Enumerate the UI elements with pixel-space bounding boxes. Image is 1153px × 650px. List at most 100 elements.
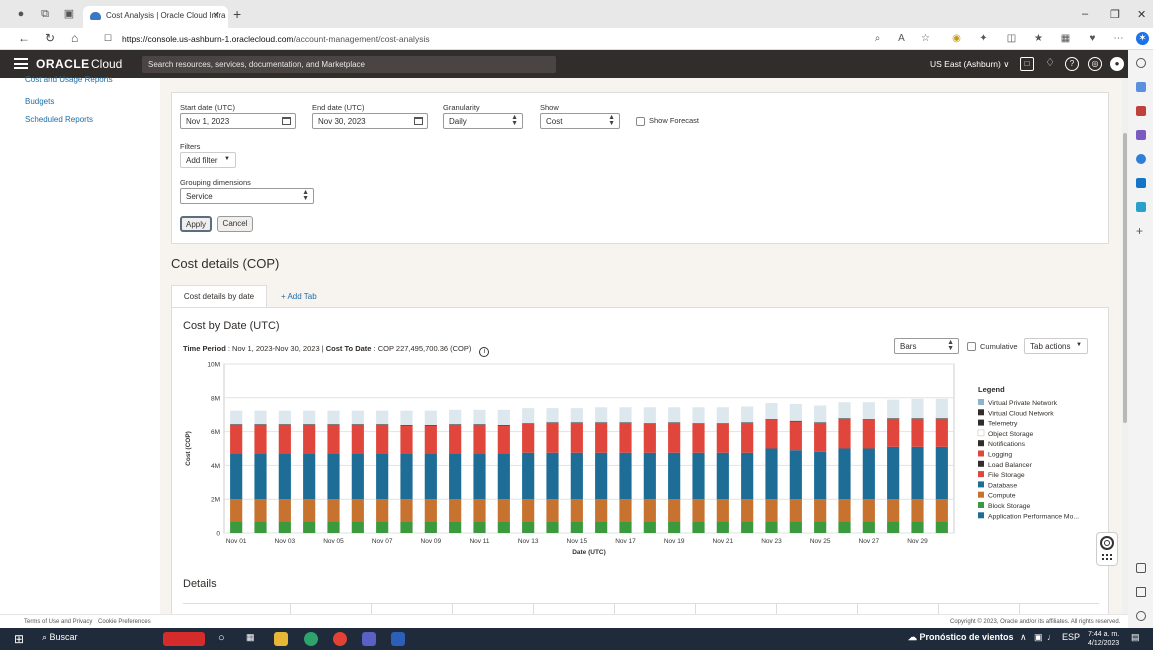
- chart-type-select[interactable]: Bars ▲ ▼: [894, 338, 959, 354]
- new-tab-button[interactable]: +: [233, 6, 241, 22]
- end-date-field[interactable]: Nov 30, 2023: [312, 113, 428, 129]
- sidebar-item-cost-usage-reports[interactable]: Cost and Usage Reports: [25, 75, 113, 84]
- tab-actions-button[interactable]: Tab actions ▼: [1024, 338, 1088, 354]
- copilot-icon[interactable]: ✶: [1136, 32, 1149, 45]
- favorite-icon[interactable]: ☆: [919, 32, 932, 45]
- tab-cost-details-by-date[interactable]: Cost details by date: [171, 285, 267, 307]
- window-close-icon[interactable]: ✕: [1137, 8, 1146, 21]
- workspaces-icon[interactable]: ⧉: [38, 7, 52, 21]
- grouping-select[interactable]: Service ▲ ▼: [180, 188, 314, 204]
- page-scrollbar[interactable]: [1122, 78, 1128, 614]
- bar-segment: [668, 499, 681, 522]
- collections-icon[interactable]: ▦: [1059, 32, 1072, 45]
- cancel-button[interactable]: Cancel: [217, 216, 253, 232]
- close-icon[interactable]: ×: [213, 10, 219, 21]
- cookie-preferences-link[interactable]: Cookie Preferences: [98, 619, 151, 625]
- shopping-icon[interactable]: [1136, 106, 1146, 116]
- weather-widget[interactable]: ☁ Pronóstico de vientos: [908, 632, 1014, 646]
- file-explorer-icon[interactable]: [274, 632, 288, 646]
- edge-icon[interactable]: [304, 632, 318, 646]
- home-icon[interactable]: ⌂: [71, 31, 78, 45]
- scrollbar-thumb[interactable]: [1123, 133, 1127, 423]
- windows-start-icon[interactable]: ⊞: [14, 632, 24, 646]
- widget-icon[interactable]: [163, 632, 205, 646]
- gear-icon[interactable]: [1136, 611, 1146, 621]
- bar-segment: [449, 453, 462, 500]
- windows-icon[interactable]: ▦: [246, 632, 255, 646]
- cumulative-checkbox[interactable]: [967, 342, 976, 351]
- chrome-icon[interactable]: [333, 632, 347, 646]
- chevron-up-icon[interactable]: ∧: [1020, 632, 1027, 646]
- help-icon[interactable]: ?: [1065, 57, 1079, 71]
- console-search-input[interactable]: Search resources, services, documentatio…: [142, 56, 556, 73]
- back-icon[interactable]: ←: [18, 31, 30, 45]
- discover-icon[interactable]: [1136, 82, 1146, 92]
- sidebar-item-scheduled-reports[interactable]: Scheduled Reports: [25, 115, 93, 124]
- apply-button[interactable]: Apply: [180, 216, 212, 232]
- address-bar: ← ↻ ⌂ ☐ https://console.us-ashburn-1.ora…: [0, 28, 1153, 50]
- region-selector[interactable]: US East (Ashburn) ∨: [930, 59, 1009, 70]
- tools-icon[interactable]: [1136, 130, 1146, 140]
- bar-segment: [497, 425, 510, 426]
- tab-actions-icon[interactable]: ▣: [62, 7, 76, 21]
- sidebar-item-budgets[interactable]: Budgets: [25, 97, 54, 106]
- search-icon[interactable]: [1136, 58, 1146, 68]
- split-screen-icon[interactable]: ◫: [1005, 32, 1018, 45]
- url-field[interactable]: https://console.us-ashburn-1.oraclecloud…: [122, 34, 430, 44]
- taskbar-search[interactable]: ⌕ Buscar: [42, 632, 78, 646]
- menu-icon[interactable]: [14, 58, 28, 69]
- info-icon[interactable]: i: [479, 347, 490, 357]
- clock[interactable]: 7:44 a. m. 4/12/2023: [1088, 630, 1119, 647]
- terms-link[interactable]: Terms of Use and Privacy: [24, 619, 92, 625]
- add-filter-button[interactable]: Add filter ▼: [180, 152, 236, 168]
- browser-tab-cost-analysis[interactable]: Cost Analysis | Oracle Cloud Infra ×: [83, 6, 228, 28]
- bar-segment: [254, 521, 267, 533]
- restore-icon[interactable]: ❐: [1110, 8, 1120, 21]
- bell-icon[interactable]: ♢: [1043, 57, 1057, 71]
- calendar-icon[interactable]: [414, 117, 423, 125]
- extensions-icon[interactable]: ✦: [977, 32, 990, 45]
- lock-icon[interactable]: ☐: [104, 33, 112, 44]
- show-select[interactable]: Cost ▲ ▼: [540, 113, 620, 129]
- bar-segment: [692, 521, 705, 533]
- volume-icon[interactable]: ♩: [1047, 632, 1056, 646]
- granularity-select[interactable]: Daily ▲ ▼: [443, 113, 523, 129]
- bar-segment: [838, 418, 851, 449]
- notifications-icon[interactable]: ▤: [1131, 632, 1140, 646]
- browser-essentials-icon[interactable]: ♥: [1086, 32, 1099, 45]
- zoom-icon[interactable]: ⌕: [871, 32, 884, 45]
- profile-icon[interactable]: ●: [14, 7, 28, 21]
- minimize-icon[interactable]: –: [1082, 8, 1088, 20]
- support-button[interactable]: [1096, 532, 1118, 566]
- network-icon[interactable]: ▣: [1034, 632, 1043, 646]
- favorites-icon[interactable]: ★: [1032, 32, 1045, 45]
- add-tab-link[interactable]: + Add Tab: [281, 292, 317, 301]
- word-icon[interactable]: [391, 632, 405, 646]
- oracle-cloud-label[interactable]: Cloud: [91, 57, 122, 71]
- show-forecast-checkbox[interactable]: [636, 117, 645, 126]
- bar-segment: [862, 521, 875, 533]
- read-aloud-icon[interactable]: A: [895, 32, 908, 45]
- language-indicator[interactable]: ESP: [1062, 632, 1080, 646]
- profile-icon[interactable]: ●: [1110, 57, 1124, 71]
- more-icon[interactable]: ⋯: [1112, 32, 1125, 45]
- left-navigation: Cost and Usage Reports Budgets Scheduled…: [0, 75, 160, 614]
- sidebar-toggle-icon[interactable]: [1136, 563, 1146, 573]
- cloud-shell-icon[interactable]: □: [1020, 57, 1034, 71]
- refresh-icon[interactable]: ↻: [45, 31, 55, 45]
- office-icon[interactable]: [1136, 154, 1146, 164]
- bar-segment: [497, 425, 510, 454]
- external-link-icon[interactable]: [1136, 587, 1146, 597]
- outlook-icon[interactable]: [1136, 178, 1146, 188]
- start-date-field[interactable]: Nov 1, 2023: [180, 113, 296, 129]
- add-icon[interactable]: +: [1136, 224, 1146, 238]
- extension-icon[interactable]: ◉: [950, 32, 963, 45]
- task-view-icon[interactable]: ○: [218, 632, 225, 646]
- calendar-icon[interactable]: [282, 117, 291, 125]
- bar-segment: [716, 423, 729, 453]
- globe-icon[interactable]: ◎: [1088, 57, 1102, 71]
- teams-icon[interactable]: [362, 632, 376, 646]
- oracle-logo[interactable]: ORACLE: [36, 57, 90, 71]
- bar-segment: [838, 402, 851, 419]
- send-icon[interactable]: [1136, 202, 1146, 212]
